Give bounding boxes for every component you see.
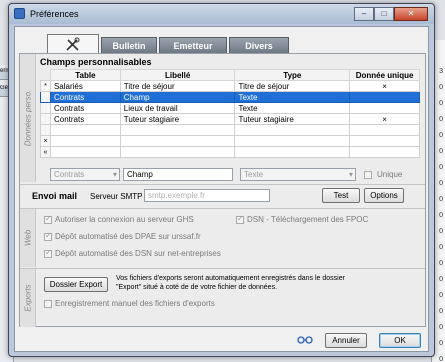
dialog-client: Bulletin Emetteur Divers Données perso. …: [14, 26, 429, 352]
tab-divers[interactable]: Divers: [229, 37, 289, 53]
mail-title: Envoi mail: [32, 191, 78, 201]
test-button[interactable]: Test: [322, 188, 360, 203]
fpoc-checkbox[interactable]: [236, 214, 244, 224]
background-number: 0: [439, 100, 443, 107]
background-number: 0: [439, 84, 443, 91]
ghs-checkbox[interactable]: [44, 214, 52, 224]
background-number: 0: [439, 196, 443, 203]
dpae-option[interactable]: Dépôt automatisé des DPAE sur urssaf.fr: [44, 231, 201, 241]
table-row[interactable]: Contrats Lieux de travail Texte: [40, 102, 420, 114]
table-row[interactable]: «: [40, 146, 420, 158]
manual-export-checkbox[interactable]: [44, 299, 52, 308]
unique-checkbox[interactable]: [364, 170, 372, 179]
background-number: 0: [439, 164, 443, 171]
background-number: 0: [439, 260, 443, 267]
unique-label: Unique: [377, 170, 403, 179]
section-title: Champs personnalisables: [40, 57, 152, 67]
title-bar[interactable]: Préférences – □ ✕: [9, 4, 434, 24]
tab-emetteur[interactable]: Emetteur: [159, 37, 227, 53]
table-row-selected[interactable]: Contrats Champ Texte: [40, 91, 420, 103]
column-header[interactable]: Donnée unique: [349, 69, 420, 81]
table-select[interactable]: Contrats: [50, 168, 120, 181]
manual-export-option[interactable]: Enregistrement manuel des fichiers d'exp…: [44, 299, 215, 308]
tab-pane: Données perso. Champs personnalisables T…: [19, 53, 426, 327]
background-number: 3: [439, 68, 443, 75]
background-number: 0: [439, 244, 443, 251]
app-icon: [14, 8, 25, 19]
table-row[interactable]: * Salariés Titre de séjour Titre de séjo…: [40, 80, 420, 92]
background-number: 0: [439, 116, 443, 123]
tab-bulletin[interactable]: Bulletin: [101, 37, 157, 53]
dsn-checkbox[interactable]: [44, 248, 52, 258]
web-section: Web Autoriser la connexion au serveur GH…: [20, 209, 425, 267]
background-number: 0: [439, 276, 443, 283]
exports-side-label: Exports: [20, 269, 36, 327]
table-row[interactable]: ×: [40, 135, 420, 147]
tab-general[interactable]: [47, 34, 99, 54]
column-header[interactable]: Libellé: [119, 69, 236, 81]
smtp-input[interactable]: smtp.exemple.fr: [144, 189, 270, 202]
edit-row: Contrats Champ Texte Unique: [50, 168, 402, 181]
background-number: 0: [439, 356, 443, 362]
collapse-icon: «: [40, 146, 51, 158]
glasses-icon[interactable]: [297, 335, 313, 345]
dsn-fpoc-option[interactable]: DSN - Téléchargement des FPOC: [236, 214, 368, 224]
smtp-label: Serveur SMTP: [90, 192, 143, 201]
tab-bar: Bulletin Emetteur Divers: [15, 27, 428, 54]
background-number: 0: [439, 308, 443, 315]
dialog-footer: Annuler OK: [19, 329, 426, 351]
table-row[interactable]: Contrats Tuteur stagiaire Tuteur stagiai…: [40, 113, 420, 125]
custom-fields-table: Table Libellé Type Donnée unique * Salar…: [40, 69, 420, 158]
donnees-side-label: Données perso.: [20, 54, 36, 182]
export-folder-button[interactable]: Dossier Export: [44, 277, 108, 292]
cancel-button[interactable]: Annuler: [325, 333, 367, 348]
background-number: 0: [439, 228, 443, 235]
ghs-connection-option[interactable]: Autoriser la connexion au serveur GHS: [44, 214, 194, 224]
ok-button[interactable]: OK: [379, 333, 421, 348]
table-row[interactable]: [40, 124, 420, 136]
window-title: Préférences: [30, 9, 79, 19]
web-side-label: Web: [20, 209, 36, 267]
close-button[interactable]: ✕: [394, 7, 428, 21]
background-number: 0: [439, 212, 443, 219]
type-select[interactable]: Texte: [240, 168, 356, 181]
background-number: 0: [439, 132, 443, 139]
minimize-button[interactable]: –: [354, 7, 374, 21]
maximize-button[interactable]: □: [374, 7, 394, 21]
table-header: Table Libellé Type Donnée unique: [41, 69, 420, 81]
background-number: 0: [439, 340, 443, 347]
tools-icon: [66, 37, 80, 51]
delete-row-icon: ×: [40, 135, 51, 147]
donnees-section: Données perso. Champs personnalisables T…: [20, 54, 425, 182]
column-header[interactable]: Table: [49, 69, 121, 81]
libelle-input[interactable]: Champ: [123, 168, 233, 181]
exports-section: Exports Dossier Export Vos fichiers d'ex…: [20, 269, 425, 327]
preferences-dialog: Préférences – □ ✕ Bulletin Emetteur Dive…: [8, 3, 435, 357]
mail-section: Envoi mail Serveur SMTP smtp.exemple.fr …: [20, 185, 425, 207]
dsn-option[interactable]: Dépôt automatisé des DSN sur net-entrepr…: [44, 248, 221, 258]
background-number: 0: [439, 180, 443, 187]
options-button[interactable]: Options: [364, 188, 404, 203]
background-number: 0: [439, 324, 443, 331]
export-info-text: Vos fichiers d'exports seront automatiqu…: [116, 275, 345, 291]
dpae-checkbox[interactable]: [44, 231, 52, 241]
background-number: 0: [439, 292, 443, 299]
column-header[interactable]: Type: [234, 69, 351, 81]
background-number: 0: [439, 148, 443, 155]
